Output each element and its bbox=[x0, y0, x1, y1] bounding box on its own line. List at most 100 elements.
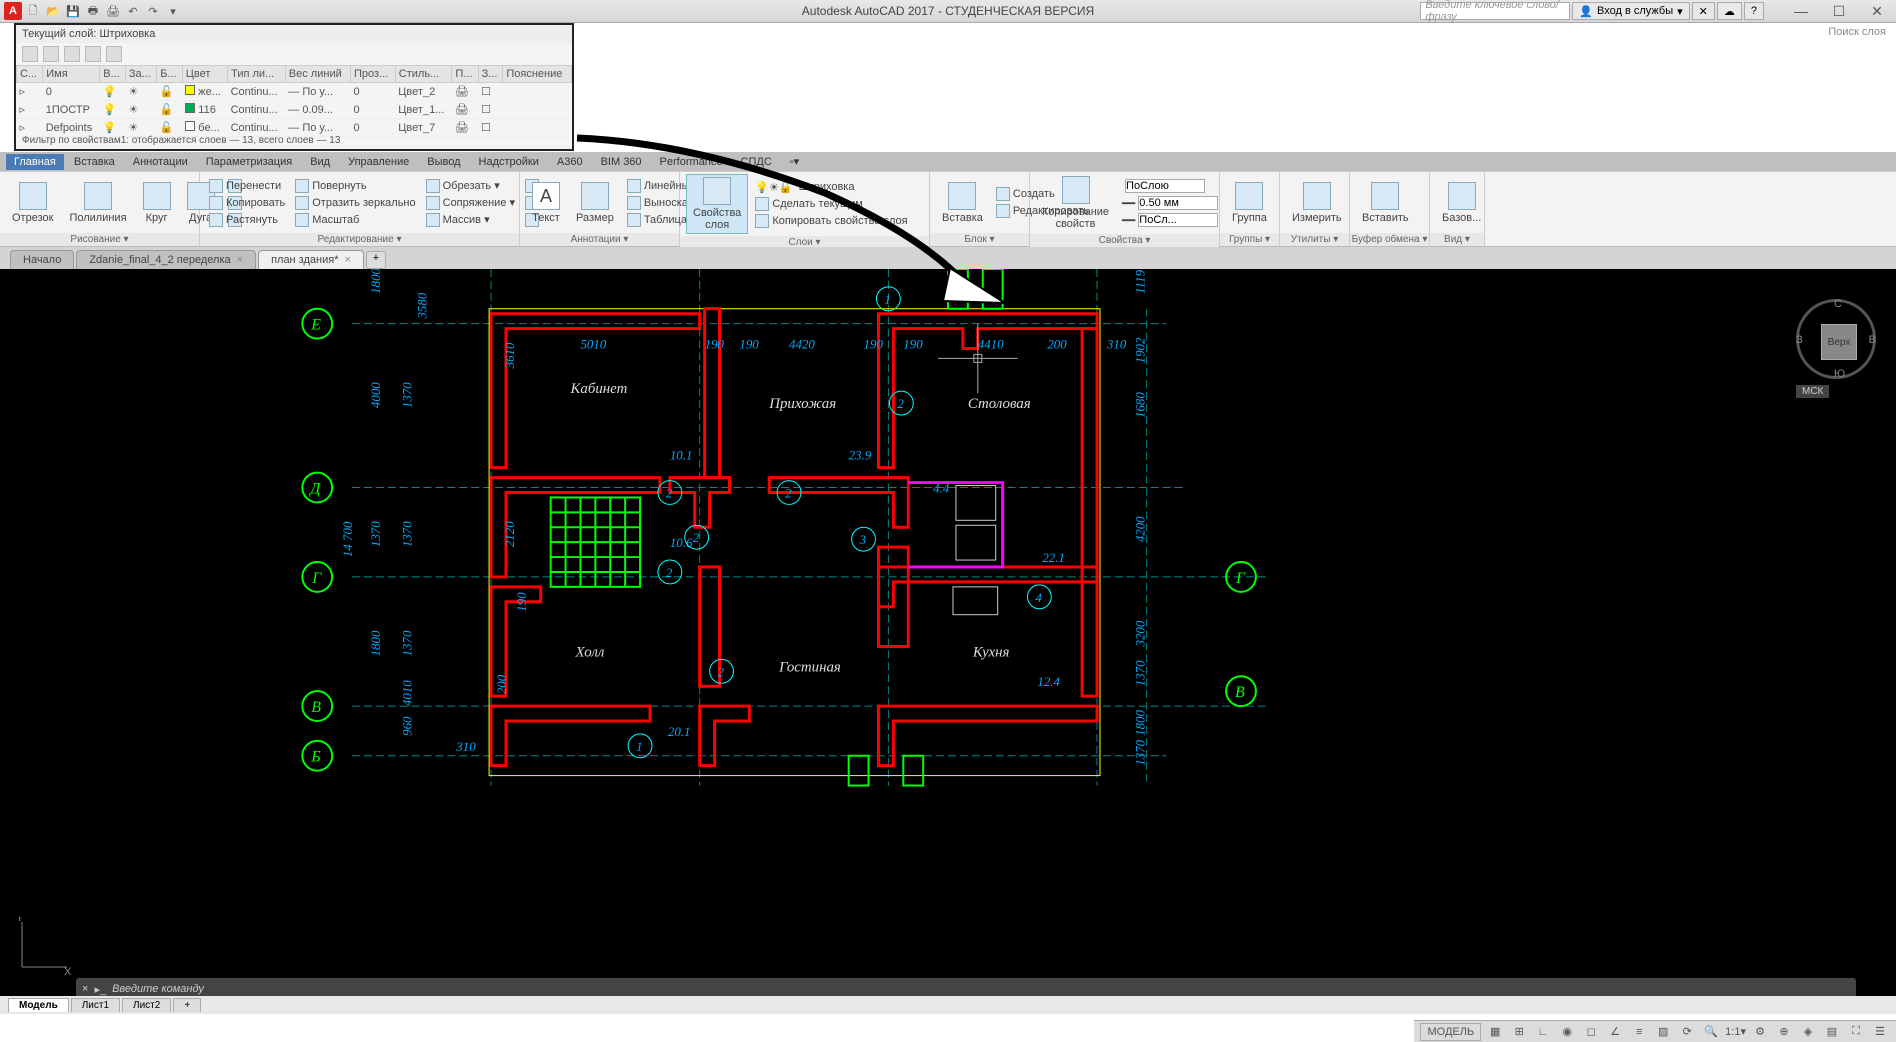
baseview-button[interactable]: Базов... bbox=[1436, 180, 1487, 226]
menu-home[interactable]: Главная bbox=[6, 154, 64, 170]
make-current-button[interactable]: Сделать текущим bbox=[752, 196, 910, 212]
transparency-icon[interactable]: ▨ bbox=[1653, 1023, 1673, 1041]
tab-zdanie[interactable]: Zdanie_final_4_2 переделка× bbox=[76, 250, 256, 269]
qat-more-icon[interactable]: ▾ bbox=[164, 2, 182, 20]
drawing-canvas[interactable]: Кабинет Прихожая Столовая Холл Гостиная … bbox=[0, 269, 1896, 1014]
layer-row[interactable]: ▹1ПОСТР💡☀🔓 116Continu...— 0.09...0Цвет_1… bbox=[17, 101, 572, 119]
viewcube[interactable]: Верх С Ю В З МСК bbox=[1796, 299, 1876, 399]
match-props-button[interactable]: Копирование свойств bbox=[1036, 174, 1115, 232]
group-button[interactable]: Группа bbox=[1226, 180, 1273, 226]
menu-extra-icon[interactable]: ▫▾ bbox=[782, 153, 807, 170]
status-model[interactable]: МОДЕЛЬ bbox=[1420, 1023, 1481, 1041]
infocenter-search[interactable]: Введите ключевое слово/фразу bbox=[1420, 2, 1570, 20]
layer-search[interactable]: Поиск слоя bbox=[1828, 26, 1886, 38]
lweight-icon[interactable]: ≡ bbox=[1629, 1023, 1649, 1041]
fillet-button[interactable]: Сопряжение ▾ bbox=[423, 195, 518, 211]
layer-combo[interactable]: 💡☀🔓Штриховка bbox=[752, 180, 910, 195]
layer-filter-icon[interactable] bbox=[22, 46, 38, 62]
workspace-icon[interactable]: ⚙ bbox=[1750, 1023, 1770, 1041]
stay-connected-icon[interactable]: ☁ bbox=[1717, 2, 1742, 20]
dimension-button[interactable]: Размер bbox=[570, 180, 620, 226]
menu-spds[interactable]: СПДС bbox=[733, 154, 780, 170]
ribbon-block-label[interactable]: Блок ▾ bbox=[930, 233, 1029, 246]
insert-block-button[interactable]: Вставка bbox=[936, 180, 989, 226]
saveas-icon[interactable]: 🖶 bbox=[84, 2, 102, 20]
ribbon-properties-label[interactable]: Свойства ▾ bbox=[1030, 234, 1219, 247]
paste-button[interactable]: Вставить bbox=[1356, 180, 1415, 226]
ribbon-clipboard-label[interactable]: Буфер обмена ▾ bbox=[1350, 233, 1429, 246]
layer-row[interactable]: ▹0💡☀🔓 же...Continu...— По у...0Цвет_2🖨☐ bbox=[17, 83, 572, 101]
ribbon-draw-label[interactable]: Рисование ▾ bbox=[0, 233, 199, 246]
layout-model[interactable]: Модель bbox=[8, 998, 69, 1012]
tab-plan[interactable]: план здания*× bbox=[258, 250, 364, 269]
hardware-icon[interactable]: ▤ bbox=[1822, 1023, 1842, 1041]
rotate-button[interactable]: Повернуть bbox=[292, 178, 418, 194]
layer-state-icon[interactable] bbox=[85, 46, 101, 62]
ribbon-utilities-label[interactable]: Утилиты ▾ bbox=[1280, 233, 1349, 246]
app-logo[interactable]: A bbox=[4, 2, 22, 20]
menu-annotate[interactable]: Аннотации bbox=[125, 154, 196, 170]
grid-icon[interactable]: ▦ bbox=[1485, 1023, 1505, 1041]
line-button[interactable]: Отрезок bbox=[6, 180, 59, 226]
layout-add[interactable]: + bbox=[173, 998, 201, 1012]
menu-output[interactable]: Вывод bbox=[419, 154, 468, 170]
cmd-input[interactable]: Введите команду bbox=[112, 983, 204, 995]
menu-addins[interactable]: Надстройки bbox=[471, 154, 547, 170]
copy-button[interactable]: Копировать bbox=[206, 195, 288, 211]
menu-bim360[interactable]: BIM 360 bbox=[593, 154, 650, 170]
open-icon[interactable]: 📂 bbox=[44, 2, 62, 20]
layer-new-icon[interactable] bbox=[43, 46, 59, 62]
close-button[interactable]: ✕ bbox=[1862, 3, 1892, 20]
stretch-button[interactable]: Растянуть bbox=[206, 212, 288, 228]
customize-icon[interactable]: ☰ bbox=[1870, 1023, 1890, 1041]
save-icon[interactable]: 💾 bbox=[64, 2, 82, 20]
print-icon[interactable]: 🖨 bbox=[104, 2, 122, 20]
layout-sheet1[interactable]: Лист1 bbox=[71, 998, 120, 1012]
ribbon-groups-label[interactable]: Группы ▾ bbox=[1220, 233, 1279, 246]
layer-delete-icon[interactable] bbox=[64, 46, 80, 62]
polar-icon[interactable]: ◉ bbox=[1557, 1023, 1577, 1041]
text-button[interactable]: AТекст bbox=[526, 180, 566, 226]
scale-button[interactable]: Масштаб bbox=[292, 212, 418, 228]
tab-start[interactable]: Начало bbox=[10, 250, 74, 269]
scale-label[interactable]: 1:1▾ bbox=[1725, 1023, 1746, 1041]
maximize-button[interactable]: ☐ bbox=[1824, 3, 1854, 20]
osnap-icon[interactable]: ◻ bbox=[1581, 1023, 1601, 1041]
snap-icon[interactable]: ⊞ bbox=[1509, 1023, 1529, 1041]
undo-icon[interactable]: ↶ bbox=[124, 2, 142, 20]
annoscale-icon[interactable]: 🔍 bbox=[1701, 1023, 1721, 1041]
close-tab-icon[interactable]: × bbox=[237, 254, 243, 266]
color-combo[interactable] bbox=[1119, 178, 1221, 194]
layout-sheet2[interactable]: Лист2 bbox=[122, 998, 171, 1012]
annomonitor-icon[interactable]: ⊕ bbox=[1774, 1023, 1794, 1041]
ribbon-view-label[interactable]: Вид ▾ bbox=[1430, 233, 1484, 246]
polyline-button[interactable]: Полилиния bbox=[63, 180, 132, 226]
signin-button[interactable]: 👤Вход в службы▾ bbox=[1572, 2, 1689, 20]
redo-icon[interactable]: ↷ bbox=[144, 2, 162, 20]
cycling-icon[interactable]: ⟳ bbox=[1677, 1023, 1697, 1041]
ribbon-modify-label[interactable]: Редактирование ▾ bbox=[200, 233, 519, 246]
new-tab-button[interactable]: + bbox=[366, 251, 386, 269]
cmd-close-icon[interactable]: × bbox=[82, 983, 88, 995]
match-layer-button[interactable]: Копировать свойства слоя bbox=[752, 213, 910, 229]
cleanscreen-icon[interactable]: ⛶ bbox=[1846, 1023, 1866, 1041]
ortho-icon[interactable]: ∟ bbox=[1533, 1023, 1553, 1041]
ribbon-annotate-label[interactable]: Аннотации ▾ bbox=[520, 233, 679, 246]
menu-parametric[interactable]: Параметризация bbox=[198, 154, 300, 170]
circle-button[interactable]: Круг bbox=[137, 180, 177, 226]
menu-view[interactable]: Вид bbox=[302, 154, 338, 170]
new-icon[interactable]: 🗋 bbox=[24, 2, 42, 20]
menu-a360[interactable]: A360 bbox=[549, 154, 591, 170]
menu-manage[interactable]: Управление bbox=[340, 154, 417, 170]
layer-properties-button[interactable]: Свойства слоя bbox=[686, 174, 748, 234]
isolate-icon[interactable]: ◈ bbox=[1798, 1023, 1818, 1041]
viewcube-top[interactable]: Верх bbox=[1821, 324, 1857, 360]
exchange-apps-icon[interactable]: ✕ bbox=[1692, 2, 1715, 20]
move-button[interactable]: Перенести bbox=[206, 178, 288, 194]
measure-button[interactable]: Измерить bbox=[1286, 180, 1348, 226]
wcs-button[interactable]: МСК bbox=[1796, 385, 1829, 398]
lineweight-combo[interactable]: ━━ bbox=[1119, 195, 1221, 211]
menu-performance[interactable]: Performance bbox=[652, 154, 731, 170]
minimize-button[interactable]: — bbox=[1786, 3, 1816, 20]
linetype-combo[interactable]: ━━ bbox=[1119, 212, 1221, 228]
